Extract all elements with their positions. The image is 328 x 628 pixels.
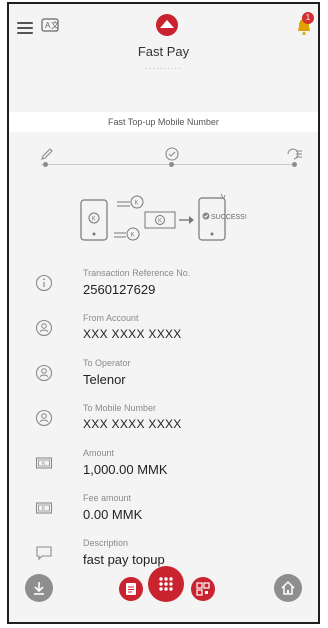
app-frame: A 文 Fast Pay ·········· 1 Fast Top-up Mo… [7,2,320,624]
detail-label: To Operator [83,358,131,368]
detail-value: Telenor [83,372,126,387]
detail-row-from-account: From Account XXX XXXX XXXX [9,311,318,356]
document-button[interactable] [119,577,143,601]
detail-label: Amount [83,448,115,458]
home-icon [281,580,295,595]
svg-text:K: K [158,219,162,225]
detail-value: XXX XXXX XXXX [83,417,182,431]
operator-icon [35,364,53,382]
detail-label: Description [83,538,129,548]
fee-icon: K [35,499,53,517]
transfer-illustration: K K K K SUCCESS! [79,192,259,252]
detail-label: Fee amount [83,493,132,503]
grid-icon [159,577,173,591]
steps-line [41,164,292,165]
detail-row-reference: Transaction Reference No. 2560127629 [9,266,318,311]
svg-text:K: K [92,217,96,223]
step-dot-1 [43,162,48,167]
mobile-icon [35,409,53,427]
detail-row-amount: K Amount 1,000.00 MMK [9,446,318,491]
bottom-action-bar [9,552,318,622]
info-icon [35,274,53,292]
language-icon[interactable]: A 文 [41,18,59,35]
detail-row-mobile: To Mobile Number XXX XXXX XXXX [9,401,318,446]
menu-grid-button[interactable] [148,566,184,602]
detail-label: Transaction Reference No. [83,268,191,278]
detail-row-operator: To Operator Telenor [9,356,318,401]
detail-label: From Account [83,313,139,323]
edit-icon [39,146,57,164]
step-dot-2 [169,162,174,167]
detail-value: 1,000.00 MMK [83,462,168,477]
svg-text:K: K [135,201,139,207]
detail-row-fee: K Fee amount 0.00 MMK [9,491,318,536]
download-icon [34,582,44,595]
notification-badge: 1 [302,12,314,24]
qr-code-button[interactable] [191,577,215,601]
transaction-details: Transaction Reference No. 2560127629 Fro… [9,266,318,581]
step-dot-3 [292,162,297,167]
account-icon [35,319,53,337]
detail-value: XXX XXXX XXXX [83,327,182,341]
success-text: SUCCESS! [211,214,247,221]
verify-icon [164,146,182,164]
steps-indicator [9,146,318,176]
qr-code-icon [196,582,210,596]
detail-value: 2560127629 [83,282,156,297]
detail-value: 0.00 MMK [83,507,143,522]
money-icon: K [35,454,53,472]
svg-text:文: 文 [51,20,59,30]
header: A 文 Fast Pay ·········· 1 [9,4,318,92]
logo-icon [155,13,179,37]
download-button[interactable] [25,574,53,602]
detail-label: To Mobile Number [83,403,157,413]
home-button[interactable] [274,574,302,602]
page-title: Fast Pay [137,44,190,59]
subtitle-dots: ·········· [145,64,182,73]
document-icon [126,583,136,595]
svg-text:K: K [131,233,135,239]
menu-icon[interactable] [17,22,33,34]
service-label: Fast Top-up Mobile Number [9,112,318,132]
